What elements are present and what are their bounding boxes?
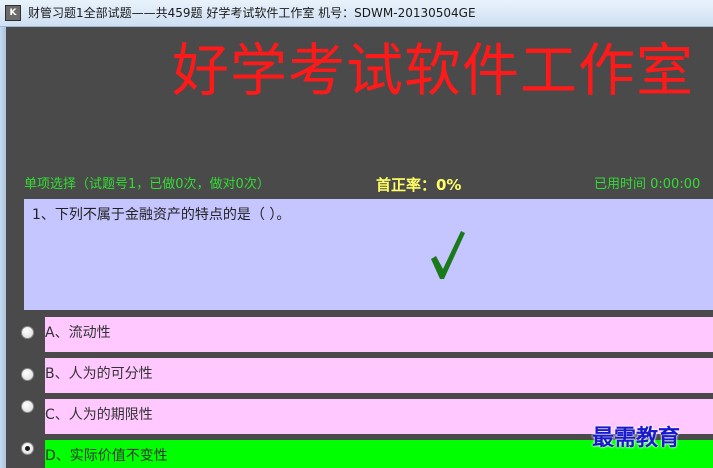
question-panel: 1、下列不属于金融资产的特点的是（ ）。 bbox=[24, 199, 713, 310]
question-info: 单项选择（试题号1，已做0次，做对0次） bbox=[24, 177, 270, 192]
banner-title: 好学考试软件工作室 bbox=[172, 38, 694, 104]
option-a[interactable]: A、流动性 bbox=[45, 317, 713, 352]
option-d-radio[interactable] bbox=[21, 442, 34, 455]
watermark-logo: 最需教育 bbox=[592, 425, 681, 451]
option-d-label: D、实际价值不变性 bbox=[45, 448, 168, 464]
option-b-label: B、人为的可分性 bbox=[45, 366, 153, 382]
option-a-label: A、流动性 bbox=[45, 325, 111, 341]
question-text: 1、下列不属于金融资产的特点的是（ ）。 bbox=[32, 207, 291, 223]
option-a-radio[interactable] bbox=[21, 326, 34, 339]
check-mark-icon bbox=[431, 231, 465, 279]
option-b[interactable]: B、人为的可分性 bbox=[45, 358, 713, 393]
option-c-label: C、人为的期限性 bbox=[45, 407, 153, 423]
option-c-radio[interactable] bbox=[21, 400, 34, 413]
title-bar[interactable]: K 财管习题1全部试题——共459题 好学考试软件工作室 机号：SDWM-201… bbox=[0, 0, 713, 27]
app-icon[interactable]: K bbox=[5, 5, 21, 21]
elapsed-time: 已用时间 0:00:00 bbox=[594, 177, 701, 192]
window-title: 财管习题1全部试题——共459题 好学考试软件工作室 机号：SDWM-20130… bbox=[28, 6, 476, 20]
window-frame-left bbox=[0, 27, 6, 468]
option-b-radio[interactable] bbox=[21, 368, 34, 381]
accuracy-rate: 首正率：0% bbox=[376, 176, 462, 194]
